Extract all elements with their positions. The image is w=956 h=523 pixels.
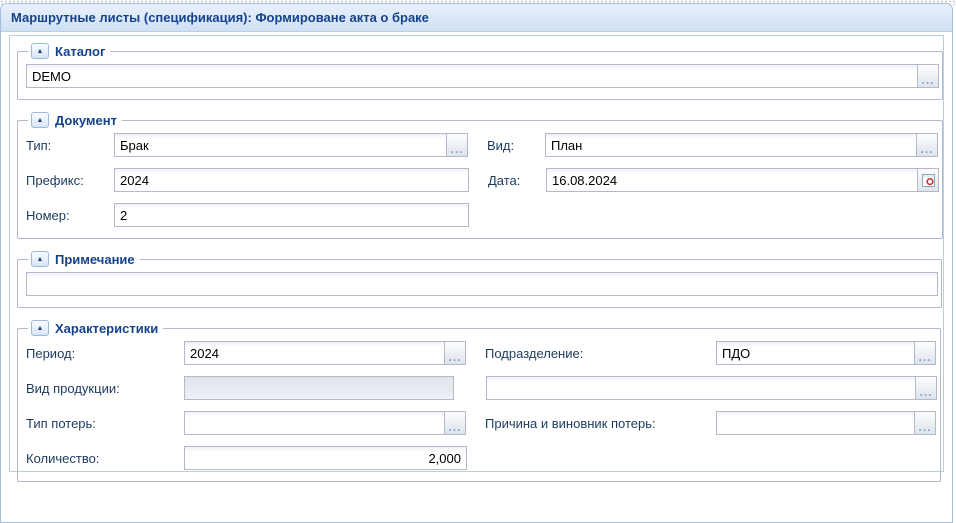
- ellipsis-icon: ...: [919, 385, 932, 399]
- note-input[interactable]: [26, 272, 938, 296]
- section-document: ▲ Документ Тип: ... Вид: ...: [17, 112, 943, 239]
- section-characteristics: ▲ Характеристики Период: ... Подразделен…: [17, 320, 941, 482]
- loss-type-input[interactable]: [184, 411, 445, 435]
- ellipsis-icon: ...: [448, 420, 461, 434]
- calendar-icon: [922, 174, 935, 187]
- prefix-label: Префикс:: [26, 173, 114, 188]
- collapse-arrow-icon: ▲: [37, 256, 44, 263]
- document-row-1: Тип: ... Вид: ...: [26, 133, 939, 157]
- prefix-input[interactable]: [114, 168, 469, 192]
- document-row-2: Префикс: Дата:: [26, 168, 939, 192]
- loss-reason-input[interactable]: [716, 411, 915, 435]
- number-label: Номер:: [26, 208, 114, 223]
- quantity-label: Количество:: [26, 451, 184, 466]
- collapse-arrow-icon: ▲: [37, 325, 44, 332]
- ellipsis-icon: ...: [450, 142, 463, 156]
- loss-reason-lookup-button[interactable]: ...: [914, 411, 936, 435]
- collapse-arrow-icon: ▲: [37, 48, 44, 55]
- kind-label: Вид:: [487, 138, 545, 153]
- window-title: Маршрутные листы (спецификация): Формиро…: [11, 10, 429, 25]
- loss-type-label: Тип потерь:: [26, 416, 184, 431]
- catalog-input[interactable]: [26, 64, 918, 88]
- collapse-button-catalog[interactable]: ▲: [31, 43, 49, 59]
- product-kind-code-input[interactable]: [486, 376, 916, 400]
- date-label: Дата:: [488, 173, 546, 188]
- collapse-button-document[interactable]: ▲: [31, 112, 49, 128]
- catalog-lookup-button[interactable]: ...: [917, 64, 939, 88]
- loss-type-lookup-button[interactable]: ...: [444, 411, 466, 435]
- product-kind-lookup-button[interactable]: ...: [915, 376, 937, 400]
- number-input[interactable]: [114, 203, 469, 227]
- section-title-document: Документ: [55, 113, 117, 128]
- kind-lookup-button[interactable]: ...: [916, 133, 938, 157]
- characteristics-row-2: Вид продукции: ...: [26, 376, 937, 400]
- characteristics-row-4: Количество:: [26, 446, 937, 470]
- department-label: Подразделение:: [485, 346, 716, 361]
- ellipsis-icon: ...: [921, 73, 934, 87]
- characteristics-row-3: Тип потерь: ... Причина и виновник потер…: [26, 411, 937, 435]
- form-panel: ▲ Каталог ... ▲ Документ: [9, 35, 944, 472]
- loss-reason-label: Причина и виновник потерь:: [485, 416, 716, 431]
- defect-act-window: Маршрутные листы (спецификация): Формиро…: [0, 3, 953, 523]
- section-title-characteristics: Характеристики: [55, 321, 158, 336]
- quantity-input[interactable]: [184, 446, 467, 470]
- section-title-catalog: Каталог: [55, 44, 105, 59]
- date-picker-button[interactable]: [917, 168, 939, 192]
- section-catalog: ▲ Каталог ...: [17, 43, 943, 100]
- date-input[interactable]: [546, 168, 918, 192]
- ellipsis-icon: ...: [448, 350, 461, 364]
- window-titlebar: Маршрутные листы (спецификация): Формиро…: [1, 4, 952, 32]
- product-kind-input: [184, 376, 454, 400]
- period-lookup-button[interactable]: ...: [444, 341, 466, 365]
- ellipsis-icon: ...: [918, 350, 931, 364]
- document-row-3: Номер:: [26, 203, 939, 227]
- section-note: ▲ Примечание: [17, 251, 942, 308]
- period-label: Период:: [26, 346, 184, 361]
- ellipsis-icon: ...: [920, 142, 933, 156]
- department-lookup-button[interactable]: ...: [914, 341, 936, 365]
- kind-input[interactable]: [545, 133, 917, 157]
- catalog-row: ...: [26, 64, 939, 88]
- collapse-button-characteristics[interactable]: ▲: [31, 320, 49, 336]
- section-title-note: Примечание: [55, 252, 135, 267]
- ellipsis-icon: ...: [918, 420, 931, 434]
- characteristics-row-1: Период: ... Подразделение: ...: [26, 341, 937, 365]
- department-input[interactable]: [716, 341, 915, 365]
- collapse-arrow-icon: ▲: [37, 117, 44, 124]
- note-row: [26, 272, 938, 296]
- product-kind-label: Вид продукции:: [26, 381, 184, 396]
- type-lookup-button[interactable]: ...: [446, 133, 468, 157]
- period-input[interactable]: [184, 341, 445, 365]
- collapse-button-note[interactable]: ▲: [31, 251, 49, 267]
- type-input[interactable]: [114, 133, 447, 157]
- type-label: Тип:: [26, 138, 114, 153]
